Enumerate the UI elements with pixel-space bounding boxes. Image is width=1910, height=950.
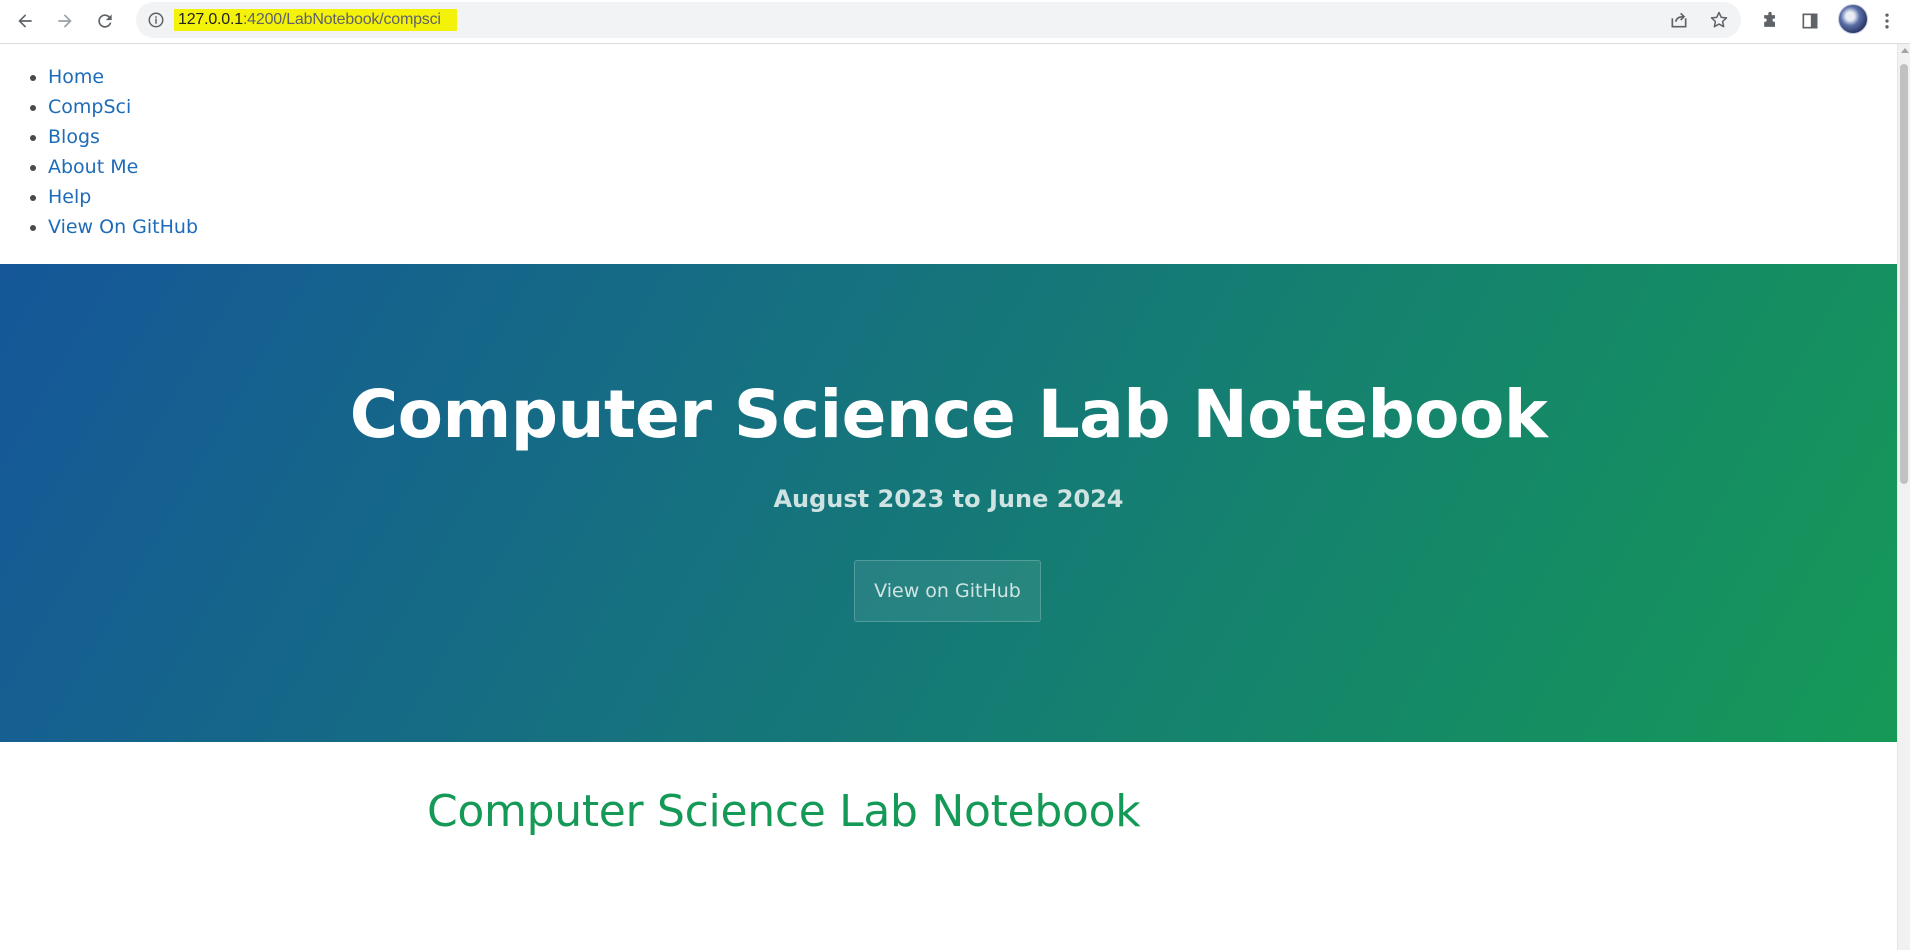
project-tagline: August 2023 to June 2024 bbox=[773, 485, 1124, 513]
project-title: Computer Science Lab Notebook bbox=[349, 376, 1548, 453]
page-header: Computer Science Lab Notebook August 202… bbox=[0, 264, 1897, 742]
scrollbar-thumb[interactable] bbox=[1900, 64, 1908, 484]
nav-link-help[interactable]: Help bbox=[48, 186, 91, 208]
nav-item-blogs: Blogs bbox=[48, 122, 1897, 152]
nav-link-about[interactable]: About Me bbox=[48, 156, 138, 178]
browser-toolbar: 127.0.0.1:4200/LabNotebook/compsci bbox=[0, 0, 1910, 44]
nav-item-compsci: CompSci bbox=[48, 92, 1897, 122]
site-nav: Home CompSci Blogs About Me Help View On… bbox=[0, 44, 1897, 242]
nav-link-home[interactable]: Home bbox=[48, 66, 104, 88]
kebab-menu-icon[interactable] bbox=[1875, 6, 1899, 36]
url-path: :4200/LabNotebook/compsci bbox=[242, 11, 441, 28]
address-bar[interactable]: 127.0.0.1:4200/LabNotebook/compsci bbox=[136, 2, 1741, 38]
share-icon[interactable] bbox=[1667, 8, 1691, 32]
profile-avatar[interactable] bbox=[1838, 4, 1868, 34]
side-panel-icon[interactable] bbox=[1795, 6, 1825, 36]
info-icon[interactable] bbox=[146, 10, 166, 30]
nav-item-about: About Me bbox=[48, 152, 1897, 182]
back-arrow-icon[interactable] bbox=[10, 6, 40, 36]
scroll-up-arrow-icon[interactable] bbox=[1901, 48, 1909, 53]
star-icon[interactable] bbox=[1707, 8, 1731, 32]
puzzle-icon[interactable] bbox=[1755, 6, 1785, 36]
reload-icon[interactable] bbox=[90, 6, 120, 36]
nav-item-help: Help bbox=[48, 182, 1897, 212]
forward-arrow-icon[interactable] bbox=[50, 6, 80, 36]
nav-link-compsci[interactable]: CompSci bbox=[48, 96, 131, 118]
url-text[interactable]: 127.0.0.1:4200/LabNotebook/compsci bbox=[174, 9, 457, 31]
nav-item-github: View On GitHub bbox=[48, 212, 1897, 242]
url-host: 127.0.0.1 bbox=[178, 11, 243, 28]
nav-link-blogs[interactable]: Blogs bbox=[48, 126, 100, 148]
main-content-heading: Computer Science Lab Notebook bbox=[427, 786, 1141, 837]
nav-link-github[interactable]: View On GitHub bbox=[48, 216, 198, 238]
view-on-github-button[interactable]: View on GitHub bbox=[854, 560, 1041, 622]
page-scrollbar[interactable] bbox=[1897, 44, 1910, 950]
nav-item-home: Home bbox=[48, 62, 1897, 92]
page-viewport: Home CompSci Blogs About Me Help View On… bbox=[0, 44, 1897, 950]
